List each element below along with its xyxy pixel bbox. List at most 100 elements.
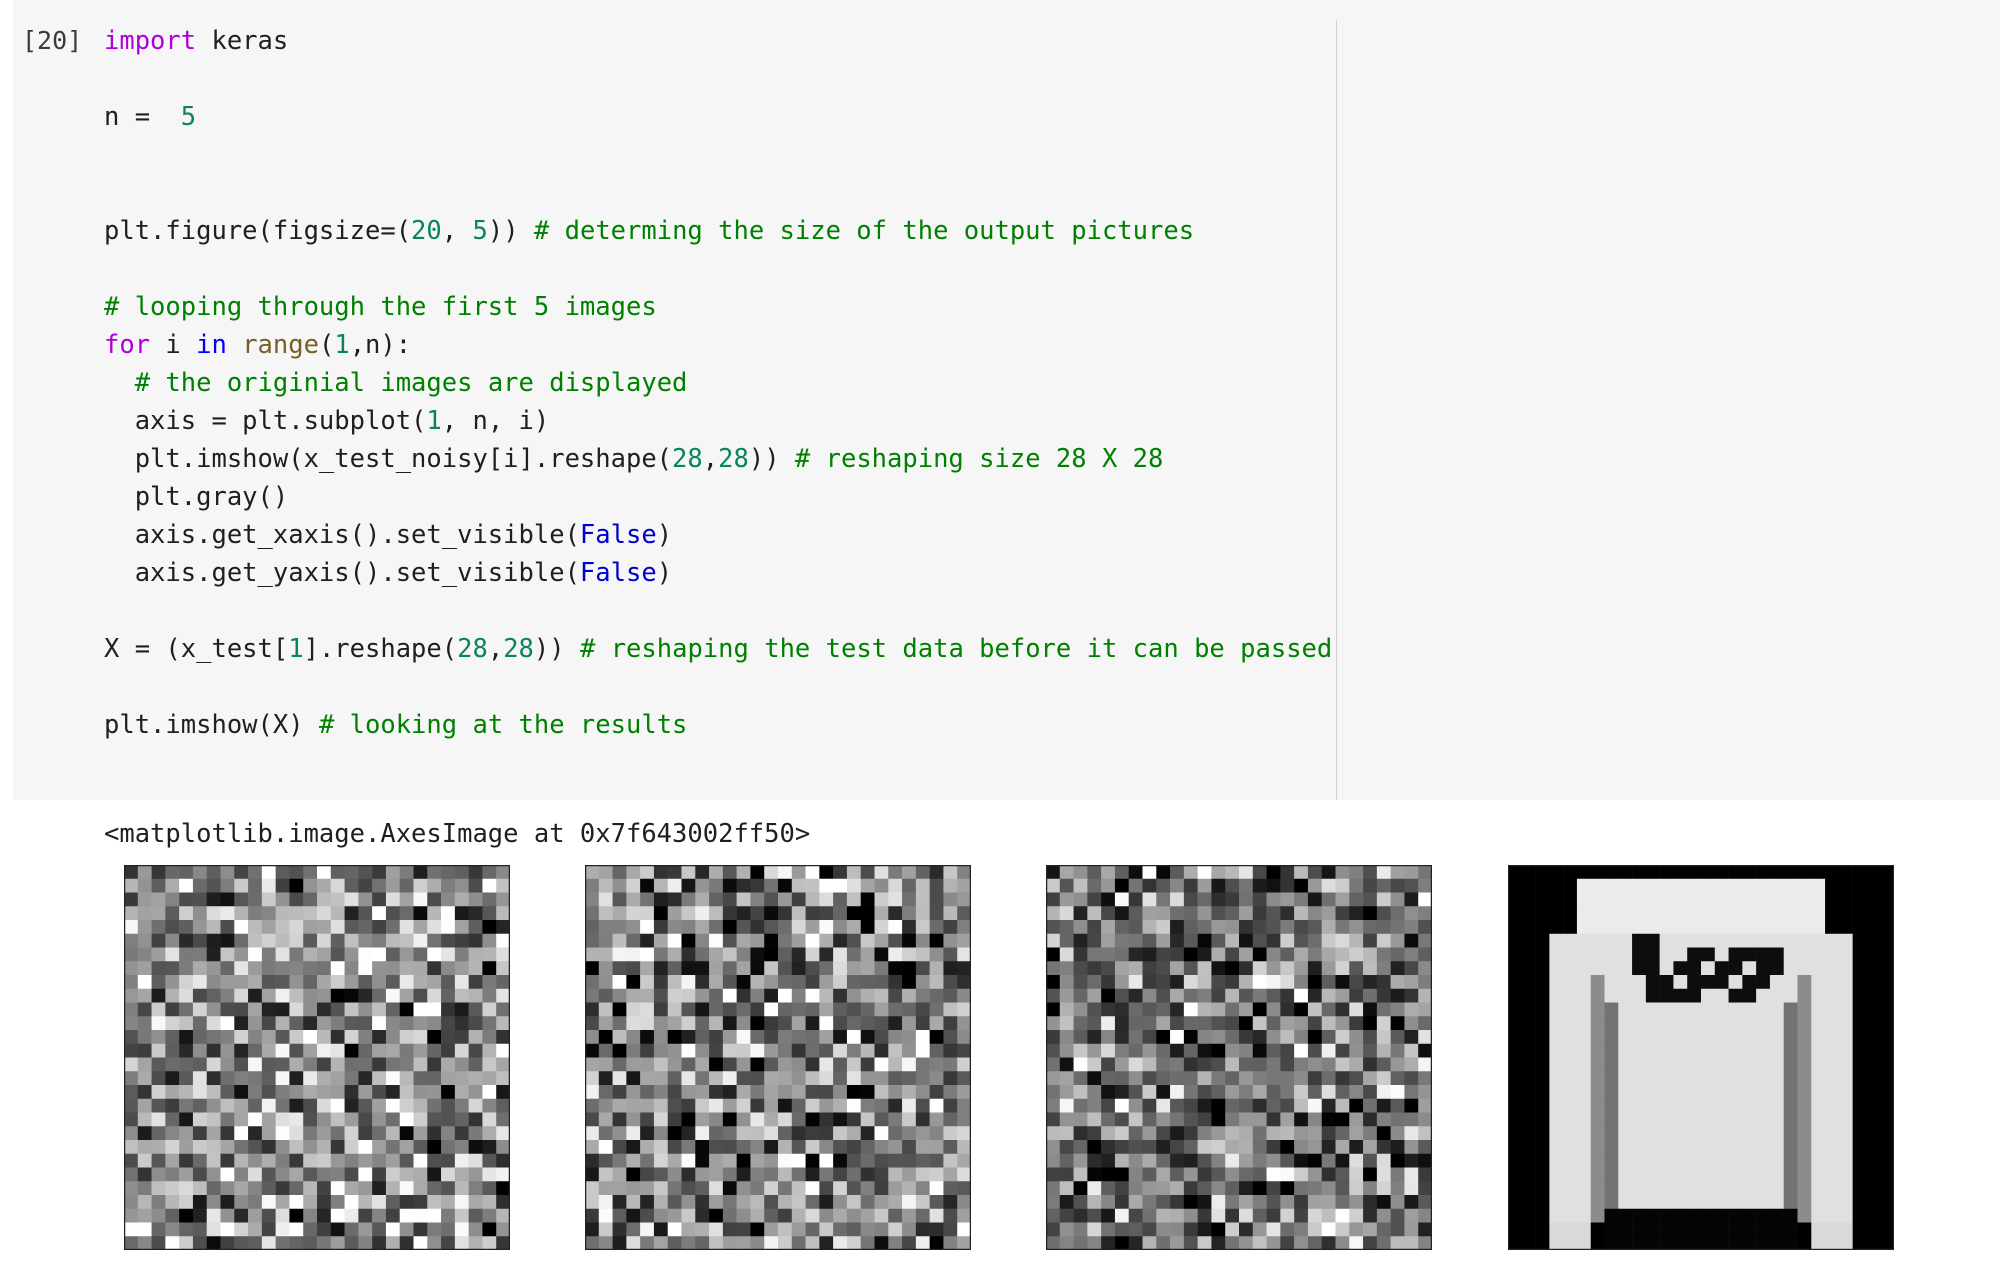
- image-pixel: [1211, 906, 1226, 921]
- image-pixel: [915, 1016, 930, 1031]
- image-pixel: [1783, 933, 1798, 948]
- image-pixel: [833, 1085, 848, 1100]
- image-pixel: [206, 1153, 221, 1168]
- image-pixel: [1604, 1140, 1619, 1155]
- image-pixel: [482, 920, 497, 935]
- image-pixel: [1687, 1126, 1702, 1141]
- image-pixel: [681, 1126, 696, 1141]
- image-pixel: [358, 1167, 373, 1182]
- image-pixel: [1714, 906, 1729, 921]
- image-pixel: [1769, 865, 1784, 880]
- image-pixel: [902, 1126, 917, 1141]
- image-pixel: [722, 1002, 737, 1017]
- image-pixel: [833, 1016, 848, 1031]
- image-pixel: [1252, 1140, 1267, 1155]
- image-pixel: [1335, 865, 1350, 880]
- image-pixel: [1852, 933, 1867, 948]
- image-pixel: [413, 947, 428, 962]
- image-pixel: [1783, 1098, 1798, 1113]
- image-pixel: [1101, 892, 1116, 907]
- image-pixel: [640, 947, 655, 962]
- image-pixel: [1590, 865, 1605, 880]
- image-pixel: [1797, 947, 1812, 962]
- image-pixel: [1742, 892, 1757, 907]
- image-pixel: [1183, 878, 1198, 893]
- image-pixel: [1508, 1098, 1523, 1113]
- image-pixel: [124, 1126, 139, 1141]
- image-pixel: [1294, 906, 1309, 921]
- image-pixel: [496, 1057, 510, 1072]
- image-pixel: [165, 906, 180, 921]
- image-pixel: [303, 1222, 318, 1237]
- image-pixel: [736, 947, 751, 962]
- image-pixel: [1852, 1112, 1867, 1127]
- image-pixel: [1866, 1043, 1881, 1058]
- image-pixel: [1576, 1071, 1591, 1086]
- image-pixel: [1046, 1098, 1061, 1113]
- image-pixel: [413, 878, 428, 893]
- image-pixel: [330, 1140, 345, 1155]
- image-pixel: [1183, 1002, 1198, 1017]
- image-pixel: [413, 1195, 428, 1210]
- image-pixel: [1307, 1153, 1322, 1168]
- image-pixel: [1197, 1153, 1212, 1168]
- image-pixel: [1156, 947, 1171, 962]
- image-pixel: [1852, 1222, 1867, 1237]
- image-pixel: [915, 878, 930, 893]
- image-pixel: [1046, 1181, 1061, 1196]
- image-pixel: [1838, 988, 1853, 1003]
- image-pixel: [1783, 1057, 1798, 1072]
- image-pixel: [957, 1153, 971, 1168]
- image-pixel: [902, 1043, 917, 1058]
- image-pixel: [399, 1222, 414, 1237]
- image-pixel: [1418, 988, 1432, 1003]
- image-pixel: [385, 1222, 400, 1237]
- image-pixel: [1197, 1126, 1212, 1141]
- image-pixel: [1114, 1071, 1129, 1086]
- image-pixel: [1714, 1112, 1729, 1127]
- image-pixel: [1294, 1236, 1309, 1250]
- image-pixel: [1659, 920, 1674, 935]
- image-pixel: [454, 947, 469, 962]
- image-pixel: [846, 1208, 861, 1223]
- image-pixel: [413, 1071, 428, 1086]
- image-pixel: [1294, 1016, 1309, 1031]
- image-pixel: [846, 961, 861, 976]
- image-pixel: [1769, 961, 1784, 976]
- image-pixel: [640, 1208, 655, 1223]
- image-pixel: [1825, 1112, 1840, 1127]
- image-pixel: [1266, 1208, 1281, 1223]
- image-pixel: [1549, 1057, 1564, 1072]
- image-pixel: [667, 1098, 682, 1113]
- image-pixel: [764, 1181, 779, 1196]
- image-pixel: [1376, 1043, 1391, 1058]
- image-pixel: [1811, 1181, 1826, 1196]
- image-pixel: [1797, 1002, 1812, 1017]
- image-pixel: [640, 933, 655, 948]
- image-pixel: [248, 1167, 263, 1182]
- image-pixel: [1128, 1222, 1143, 1237]
- image-pixel: [1252, 1043, 1267, 1058]
- image-pixel: [1673, 865, 1688, 880]
- image-pixel: [874, 1016, 889, 1031]
- image-pixel: [805, 1236, 820, 1250]
- image-pixel: [1590, 878, 1605, 893]
- image-pixel: [192, 1112, 207, 1127]
- code-line: plt.figure(figsize=(20, 5)) # determing …: [104, 212, 1332, 250]
- image-pixel: [399, 933, 414, 948]
- image-pixel: [248, 933, 263, 948]
- image-pixel: [1632, 1030, 1647, 1045]
- image-pixel: [1418, 1222, 1432, 1237]
- code-token: ,: [441, 216, 473, 246]
- image-pixel: [1280, 1043, 1295, 1058]
- image-pixel: [612, 1153, 627, 1168]
- image-pixel: [441, 1071, 456, 1086]
- image-pixel: [1521, 1071, 1536, 1086]
- image-pixel: [1073, 1153, 1088, 1168]
- image-pixel: [819, 1126, 834, 1141]
- image-pixel: [1618, 865, 1633, 880]
- code-editor[interactable]: import keras n = 5 plt.figure(figsize=(20,…: [104, 22, 1332, 744]
- image-pixel: [275, 865, 290, 880]
- image-pixel: [653, 1208, 668, 1223]
- image-pixel: [626, 878, 641, 893]
